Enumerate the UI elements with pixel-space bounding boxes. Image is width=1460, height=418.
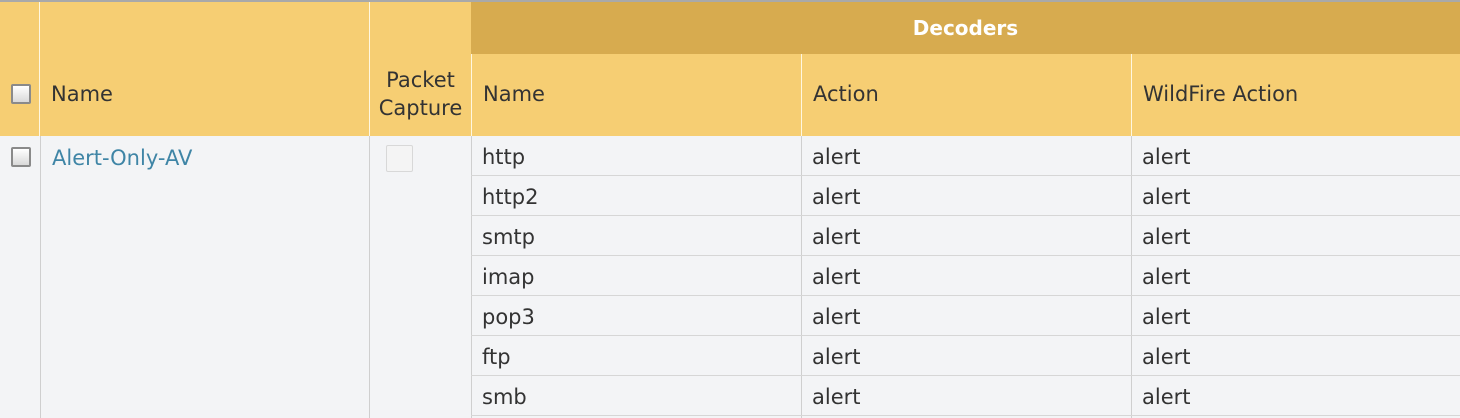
header-packet-capture-line2: Capture <box>378 96 463 120</box>
decoder-name: pop3 <box>482 305 535 329</box>
decoder-row: imap alert alert <box>471 256 1460 296</box>
decoder-wildfire-action: alert <box>1142 345 1191 369</box>
header-packet-capture-label: Packet Capture <box>370 66 471 122</box>
decoder-name: smb <box>482 385 527 409</box>
decoder-wildfire-action: alert <box>1142 265 1191 289</box>
header-packet-capture-line1: Packet <box>386 68 455 92</box>
header-decoders-group: Decoders <box>471 2 1460 54</box>
decoder-row: smtp alert alert <box>471 216 1460 256</box>
decoder-name: ftp <box>482 345 511 369</box>
decoder-action: alert <box>812 145 861 169</box>
packet-capture-checkbox[interactable] <box>386 145 413 172</box>
decoder-row: http2 alert alert <box>471 176 1460 216</box>
decoder-name: smtp <box>482 225 535 249</box>
decoder-action: alert <box>812 185 861 209</box>
decoder-action: alert <box>812 265 861 289</box>
decoder-wildfire-action: alert <box>1142 385 1191 409</box>
header-decoder-name-cell[interactable]: Name <box>471 54 801 136</box>
column-divider <box>369 136 370 418</box>
header-select-cell <box>0 2 40 136</box>
decoder-wildfire-action: alert <box>1142 185 1191 209</box>
row-select-checkbox[interactable] <box>11 147 31 167</box>
antivirus-profile-table: Name Packet Capture Decoders Name Action… <box>0 0 1460 418</box>
decoder-wildfire-action: alert <box>1142 305 1191 329</box>
decoder-action: alert <box>812 225 861 249</box>
header-decoders-label: Decoders <box>912 16 1019 40</box>
header-packet-capture-cell[interactable]: Packet Capture <box>370 2 471 136</box>
decoder-name: http <box>482 145 526 169</box>
header-decoder-name-label: Name <box>483 82 545 106</box>
decoder-wildfire-action: alert <box>1142 225 1191 249</box>
header-action-label: Action <box>813 82 879 106</box>
decoder-row: pop3 alert alert <box>471 296 1460 336</box>
decoder-wildfire-action: alert <box>1142 145 1191 169</box>
decoder-row: smb alert alert <box>471 376 1460 416</box>
decoder-name: http2 <box>482 185 539 209</box>
decoder-action: alert <box>812 385 861 409</box>
profile-name-link[interactable]: Alert-Only-AV <box>52 146 192 170</box>
select-all-checkbox[interactable] <box>11 84 31 104</box>
header-wildfire-action-cell[interactable]: WildFire Action <box>1131 54 1460 136</box>
decoder-name: imap <box>482 265 535 289</box>
header-name-label: Name <box>51 82 113 106</box>
decoder-action: alert <box>812 345 861 369</box>
header-name-cell[interactable]: Name <box>40 2 370 136</box>
column-divider <box>40 136 41 418</box>
header-action-cell[interactable]: Action <box>801 54 1131 136</box>
decoder-row: http alert alert <box>471 136 1460 176</box>
decoder-action: alert <box>812 305 861 329</box>
header-wildfire-action-label: WildFire Action <box>1143 82 1299 106</box>
decoder-row: ftp alert alert <box>471 336 1460 376</box>
